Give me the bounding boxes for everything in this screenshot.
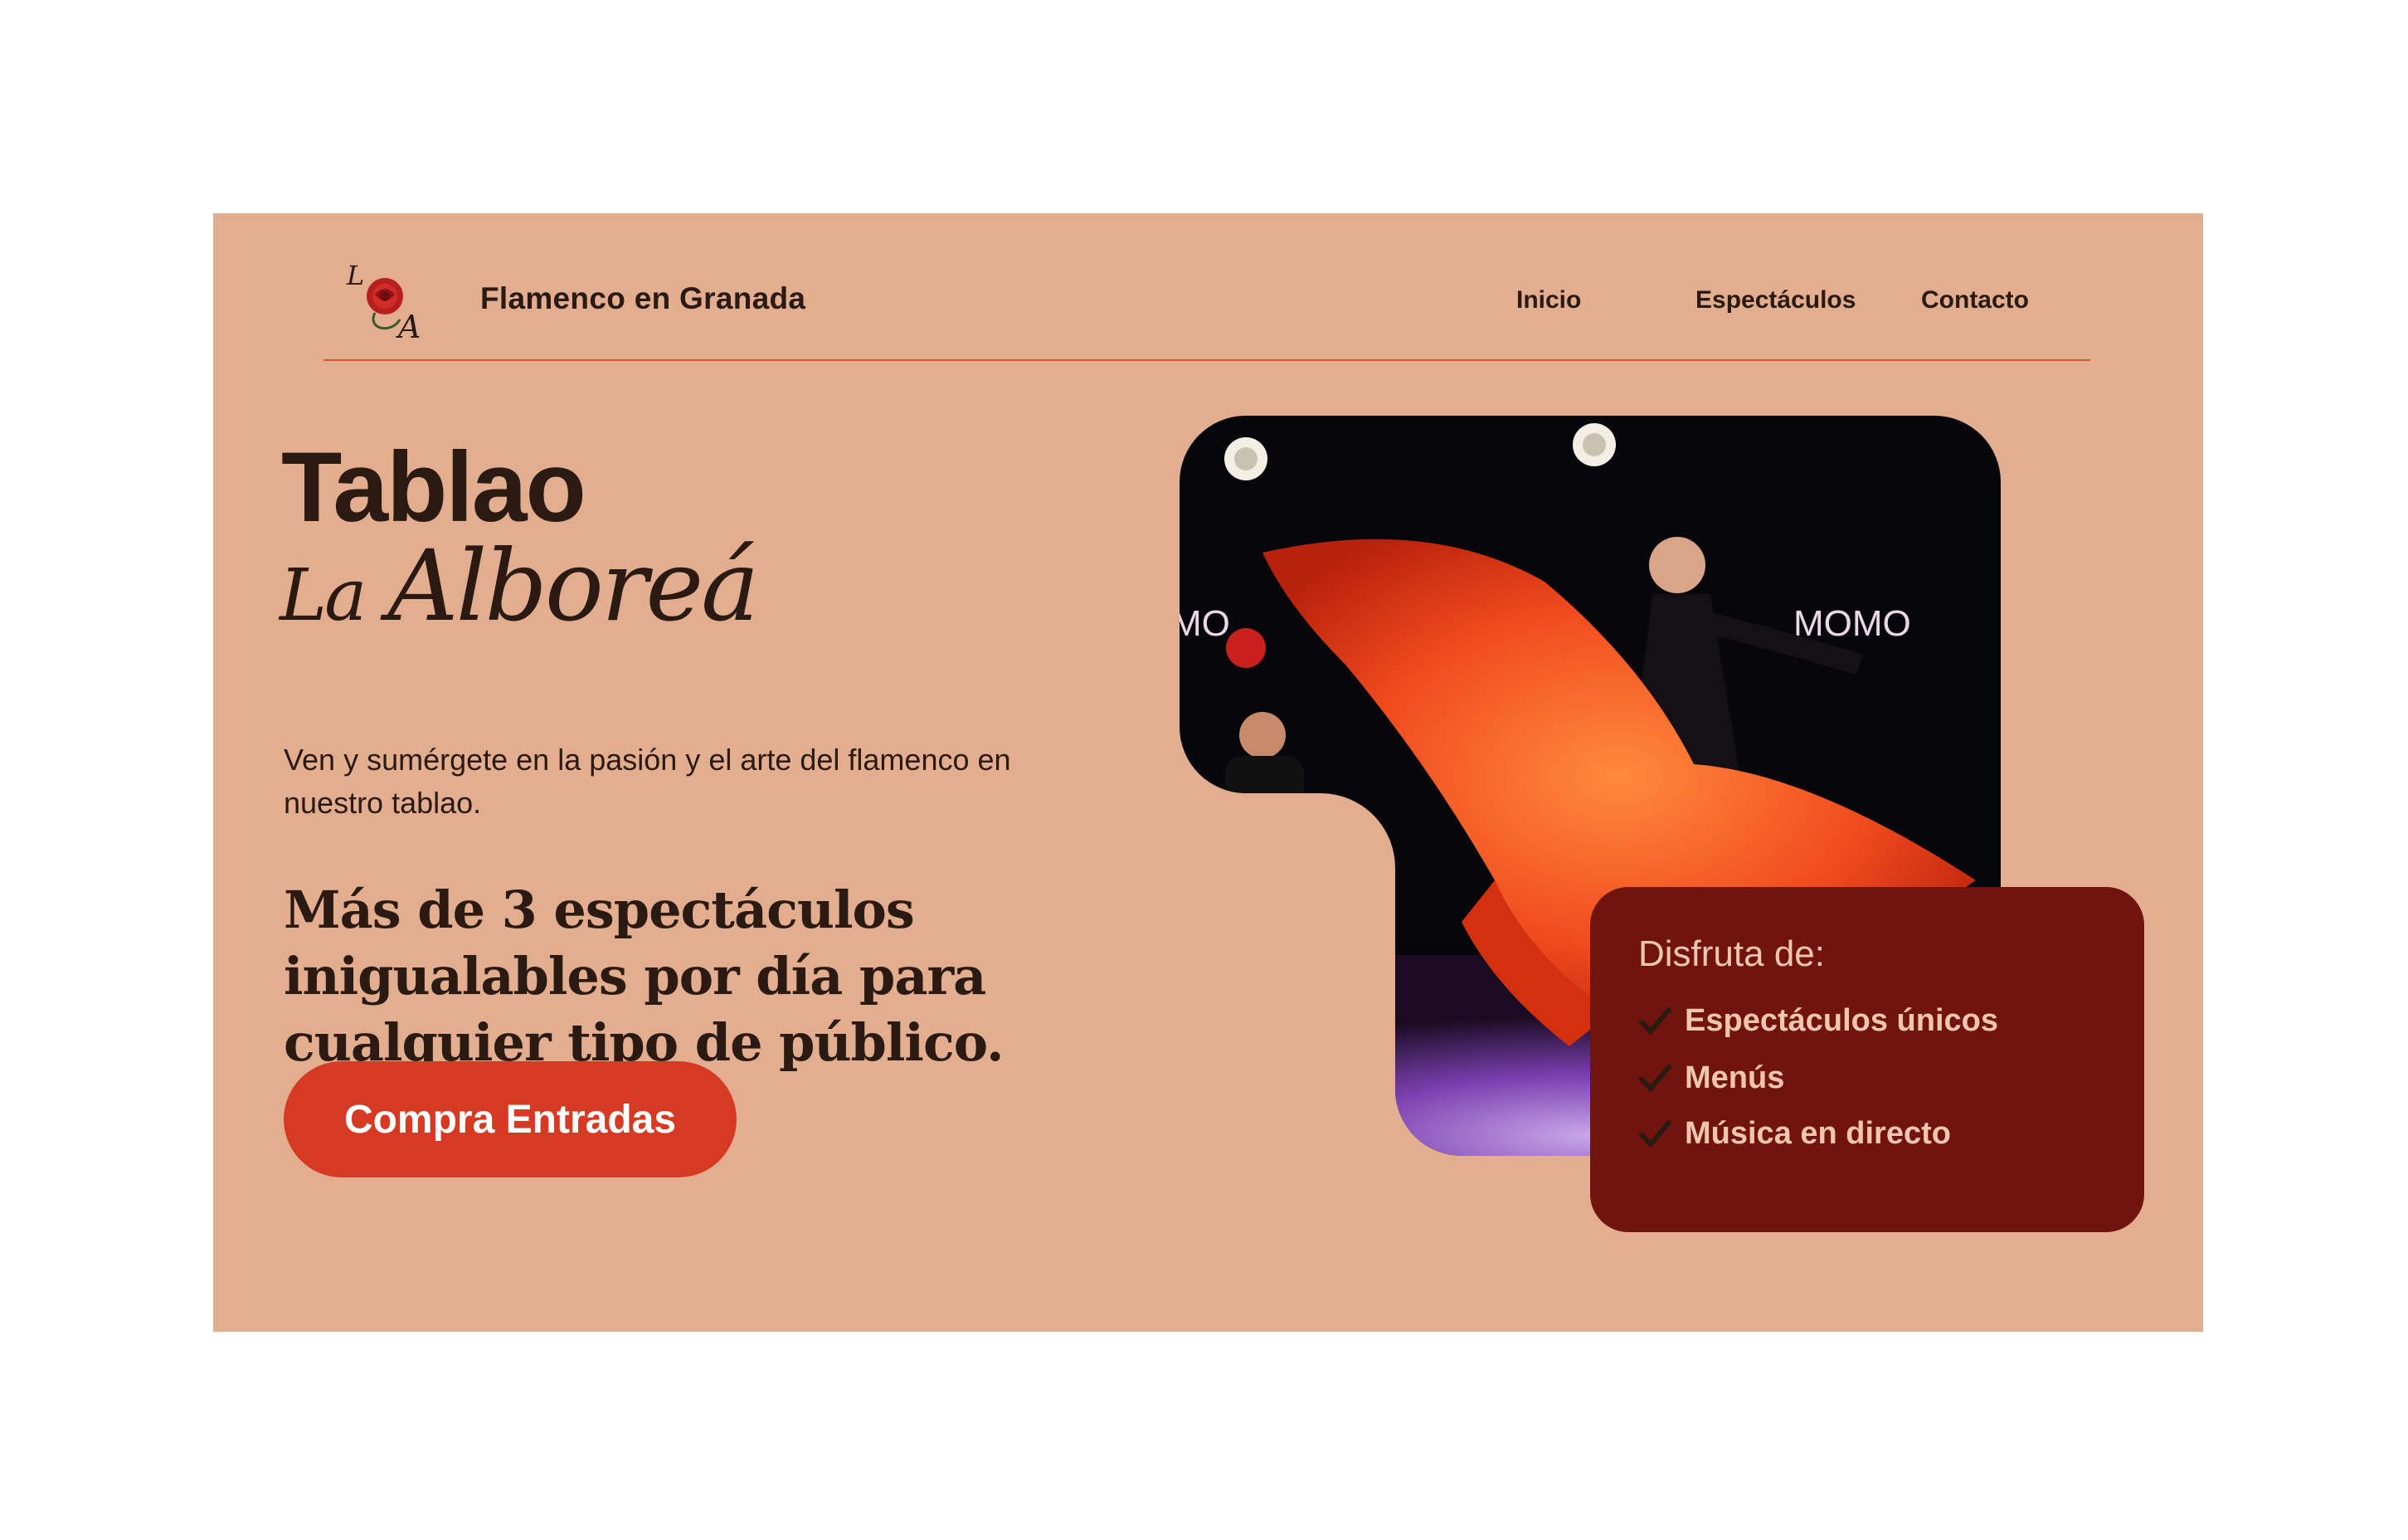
title-alborea-word: Alboreá — [387, 529, 759, 643]
feature-item: Música en directo — [1638, 1113, 1951, 1154]
feature-item: Menús — [1638, 1057, 1784, 1099]
feature-label: Espectáculos únicos — [1685, 1002, 1999, 1038]
feature-label: Menús — [1685, 1060, 1785, 1095]
title-tablao: Tablao — [281, 431, 586, 543]
check-icon — [1639, 1007, 1671, 1036]
nav-espectaculos[interactable]: Espectáculos — [1695, 286, 1856, 314]
check-icon — [1639, 1065, 1671, 1093]
title-la: La — [280, 554, 367, 637]
nav-contacto[interactable]: Contacto — [1921, 286, 2029, 314]
feature-item: Espectáculos únicos — [1638, 1000, 1998, 1041]
buy-tickets-button[interactable]: Compra Entradas — [284, 1061, 737, 1177]
header-divider — [323, 359, 2090, 361]
hero-section: L A Flamenco en Granada Inicio Espectácu… — [213, 213, 2203, 1332]
rose-logo-icon[interactable]: L A — [342, 255, 435, 344]
svg-text:L: L — [346, 260, 364, 291]
svg-text:MO: MO — [1180, 603, 1230, 644]
tagline: Más de 3 espectáculos inigualables por d… — [284, 880, 1005, 1073]
feature-label: Música en directo — [1685, 1115, 1951, 1151]
check-icon — [1639, 1120, 1671, 1148]
svg-text:MOMO: MOMO — [1793, 603, 1911, 644]
intro-text: Ven y sumérgete en la pasión y el arte d… — [284, 743, 1011, 820]
brand-name[interactable]: Flamenco en Granada — [480, 281, 805, 316]
features-card: Disfruta de: Espectáculos únicos Menús M… — [1590, 887, 2144, 1232]
svg-text:A: A — [396, 309, 421, 344]
title-alborea: La Alboreá — [280, 537, 760, 637]
nav-inicio[interactable]: Inicio — [1516, 286, 1581, 314]
features-title: Disfruta de: — [1638, 933, 1825, 974]
